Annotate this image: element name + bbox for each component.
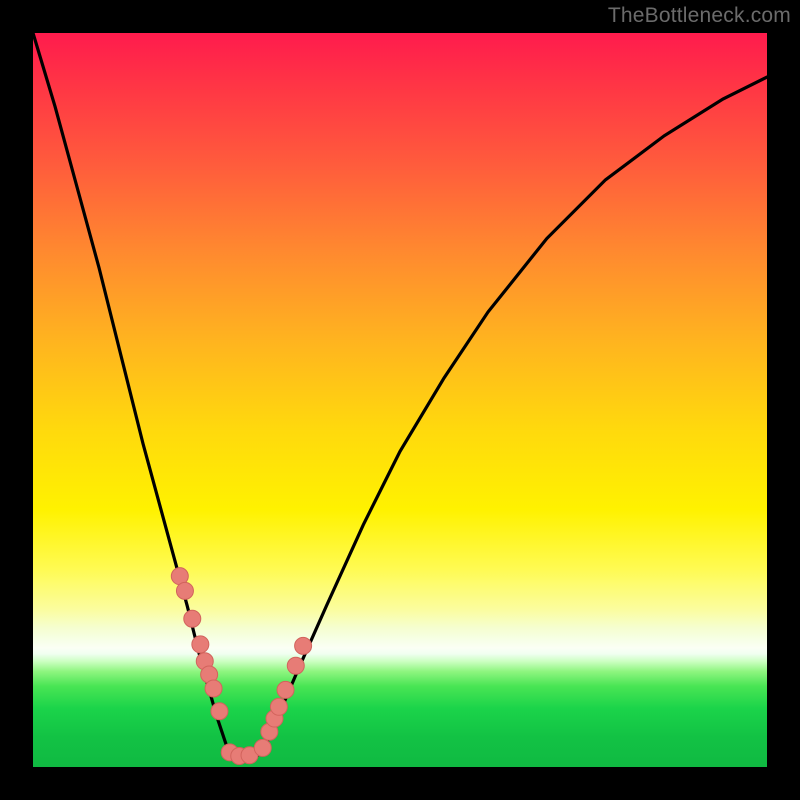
- plot-area: [33, 33, 767, 767]
- chart-svg: [33, 33, 767, 767]
- curve-line: [33, 33, 767, 760]
- curve-path-group: [33, 33, 767, 760]
- attribution-label: TheBottleneck.com: [608, 4, 791, 28]
- data-marker: [254, 739, 271, 756]
- data-marker: [277, 681, 294, 698]
- data-marker: [176, 582, 193, 599]
- marker-group: [171, 568, 311, 765]
- data-marker: [205, 680, 222, 697]
- data-marker: [270, 698, 287, 715]
- data-marker: [192, 636, 209, 653]
- data-marker: [211, 703, 228, 720]
- data-marker: [287, 657, 304, 674]
- data-marker: [184, 610, 201, 627]
- chart-frame: TheBottleneck.com: [0, 0, 800, 800]
- data-marker: [295, 637, 312, 654]
